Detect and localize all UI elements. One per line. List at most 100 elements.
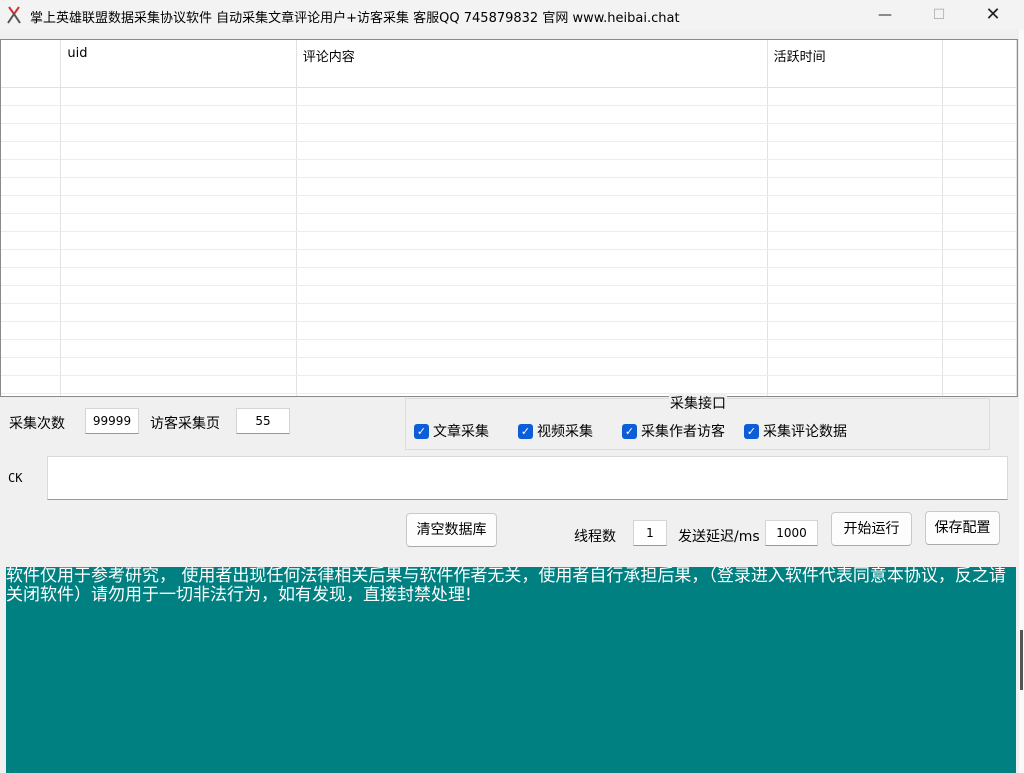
table-cell[interactable] [767,123,944,142]
table-cell[interactable] [767,357,944,376]
table-row[interactable] [1,87,1017,106]
table-cell[interactable] [60,105,297,124]
table-cell[interactable] [296,195,768,214]
table-cell[interactable] [60,321,297,340]
table-cell[interactable] [767,339,944,358]
table-cell[interactable] [296,213,768,232]
clear-database-button[interactable]: 清空数据库 [406,513,497,547]
table-cell[interactable] [296,339,768,358]
table-cell[interactable] [942,213,1017,232]
table-row[interactable] [1,303,1017,322]
table-cell[interactable] [1,123,62,142]
table-cell[interactable] [60,357,297,376]
table-row[interactable] [1,249,1017,268]
table-cell[interactable] [296,267,768,286]
table-cell[interactable] [767,231,944,250]
grid-header-uid[interactable]: uid [60,40,297,88]
maximize-button[interactable]: ☐ [916,0,962,30]
table-cell[interactable] [1,195,62,214]
table-cell[interactable] [1,105,62,124]
table-cell[interactable] [296,357,768,376]
table-cell[interactable] [1,249,62,268]
table-cell[interactable] [60,87,297,106]
save-config-button[interactable]: 保存配置 [925,511,1000,545]
table-cell[interactable] [942,339,1017,358]
table-cell[interactable] [942,285,1017,304]
article-collect-checkbox[interactable]: ✓ 文章采集 [414,422,489,440]
table-cell[interactable] [942,267,1017,286]
table-cell[interactable] [942,357,1017,376]
table-row[interactable] [1,321,1017,340]
table-cell[interactable] [1,177,62,196]
author-visitor-checkbox[interactable]: ✓ 采集作者访客 [622,422,725,440]
table-cell[interactable] [767,177,944,196]
table-row[interactable] [1,393,1017,396]
grid-header-comment[interactable]: 评论内容 [296,40,768,88]
table-cell[interactable] [942,87,1017,106]
table-cell[interactable] [767,159,944,178]
table-cell[interactable] [296,177,768,196]
table-cell[interactable] [942,249,1017,268]
threads-input[interactable]: 1 [633,520,667,546]
table-row[interactable] [1,159,1017,178]
table-row[interactable] [1,231,1017,250]
table-cell[interactable] [942,123,1017,142]
table-cell[interactable] [60,159,297,178]
table-cell[interactable] [767,303,944,322]
table-cell[interactable] [60,267,297,286]
table-cell[interactable] [60,285,297,304]
table-row[interactable] [1,285,1017,304]
table-cell[interactable] [1,159,62,178]
close-button[interactable]: ✕ [970,0,1016,30]
table-cell[interactable] [942,141,1017,160]
table-row[interactable] [1,375,1017,394]
table-cell[interactable] [767,321,944,340]
table-cell[interactable] [296,321,768,340]
scroll-thumb[interactable] [1020,630,1023,690]
table-cell[interactable] [767,285,944,304]
table-cell[interactable] [296,159,768,178]
table-cell[interactable] [767,267,944,286]
table-cell[interactable] [60,231,297,250]
collect-count-input[interactable]: 99999 [85,408,139,434]
table-row[interactable] [1,213,1017,232]
comment-data-checkbox[interactable]: ✓ 采集评论数据 [744,422,847,440]
table-row[interactable] [1,195,1017,214]
ck-input[interactable] [47,456,1008,500]
table-row[interactable] [1,177,1017,196]
table-cell[interactable] [60,177,297,196]
table-cell[interactable] [942,303,1017,322]
table-cell[interactable] [767,105,944,124]
table-cell[interactable] [767,141,944,160]
table-cell[interactable] [767,393,944,396]
table-cell[interactable] [60,195,297,214]
table-cell[interactable] [767,375,944,394]
video-collect-checkbox[interactable]: ✓ 视频采集 [518,422,593,440]
grid-header-active-time[interactable]: 活跃时间 [767,40,944,88]
table-cell[interactable] [1,87,62,106]
table-cell[interactable] [942,105,1017,124]
table-cell[interactable] [1,339,62,358]
table-cell[interactable] [296,285,768,304]
table-row[interactable] [1,105,1017,124]
table-cell[interactable] [942,393,1017,396]
visitor-pages-input[interactable]: 55 [236,408,290,434]
delay-input[interactable]: 1000 [765,520,818,546]
table-cell[interactable] [296,249,768,268]
table-cell[interactable] [1,231,62,250]
table-cell[interactable] [60,339,297,358]
table-cell[interactable] [296,375,768,394]
table-cell[interactable] [1,141,62,160]
table-cell[interactable] [767,195,944,214]
table-cell[interactable] [1,267,62,286]
table-cell[interactable] [767,249,944,268]
table-cell[interactable] [296,105,768,124]
table-cell[interactable] [942,159,1017,178]
table-row[interactable] [1,339,1017,358]
table-cell[interactable] [1,213,62,232]
table-cell[interactable] [296,87,768,106]
table-cell[interactable] [942,375,1017,394]
grid-header-rownum[interactable] [1,40,62,88]
table-cell[interactable] [942,321,1017,340]
table-cell[interactable] [1,285,62,304]
